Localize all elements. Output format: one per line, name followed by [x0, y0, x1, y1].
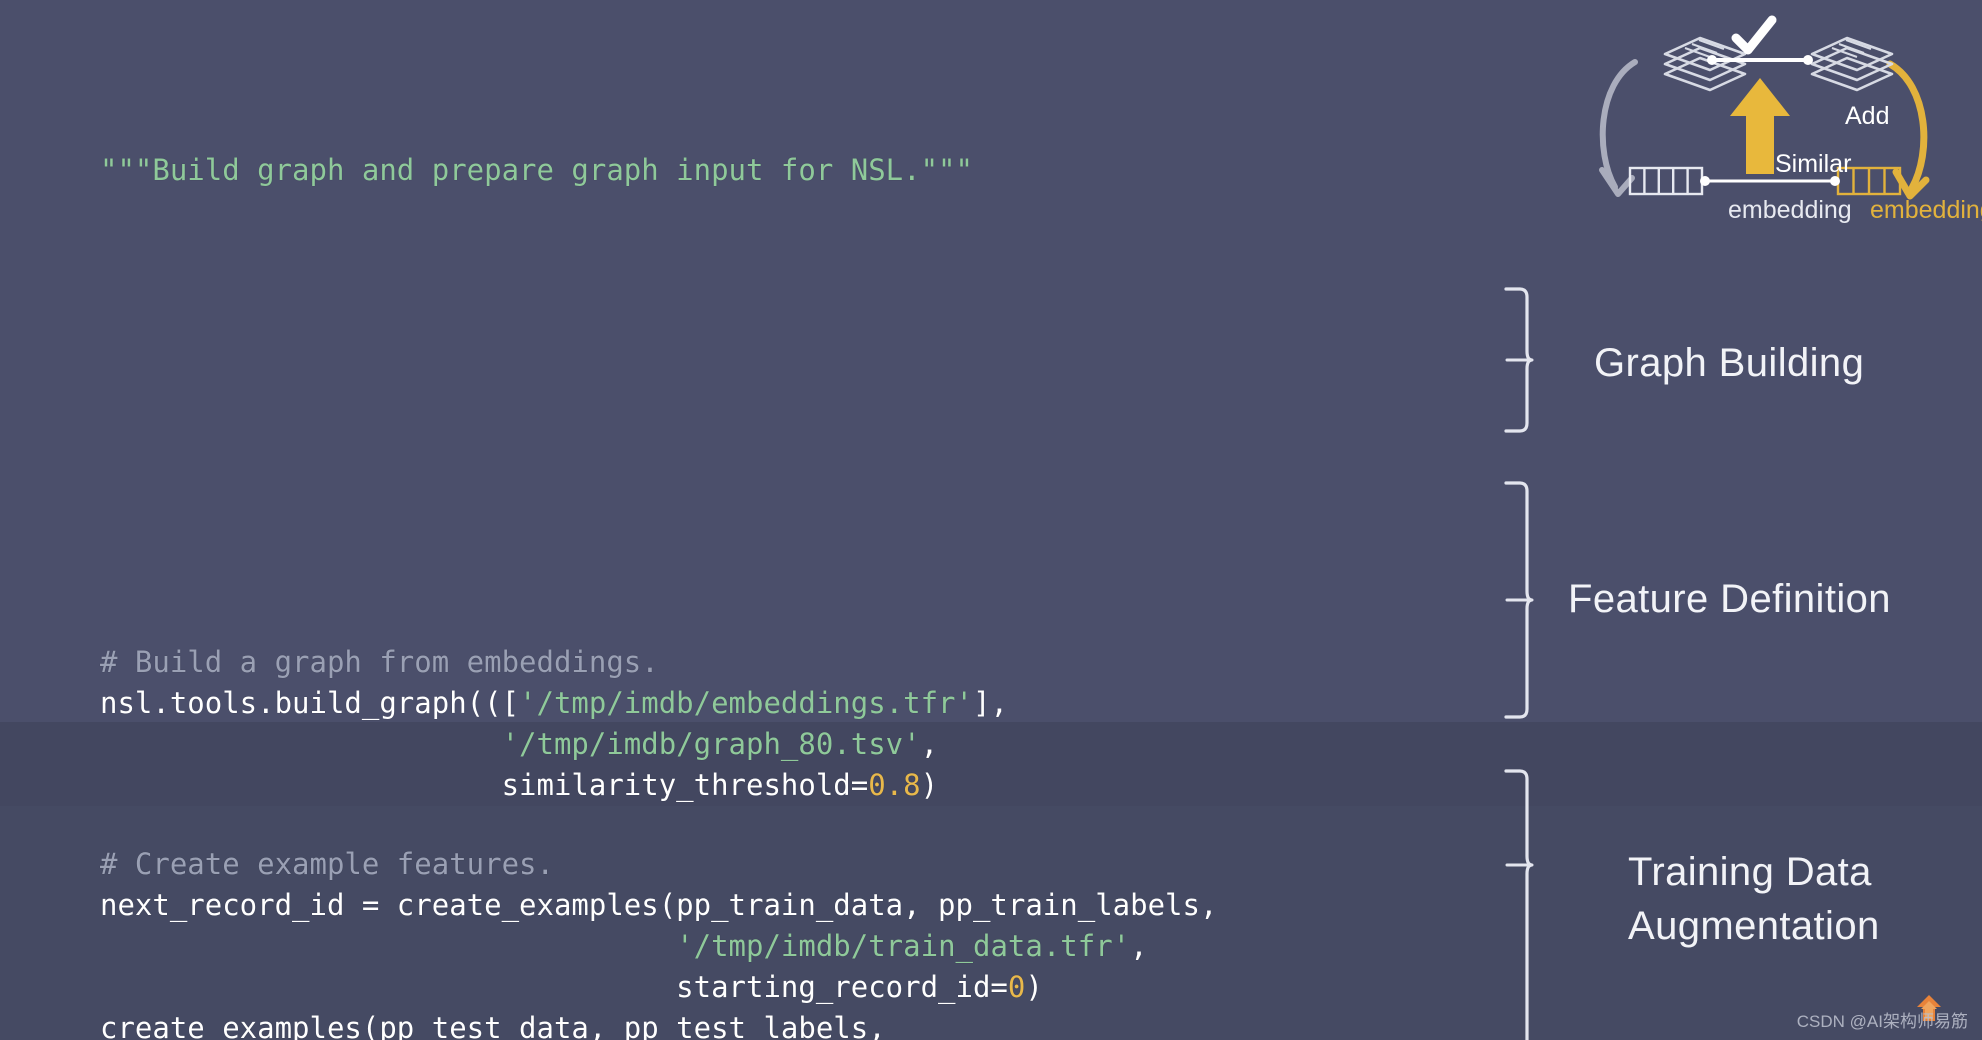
- code-block-list: # Build a graph from embeddings. nsl.tool…: [100, 642, 1470, 1040]
- code-section-graph-building: # Build a graph from embeddings. nsl.tool…: [100, 642, 1470, 806]
- code-block: """Build graph and prepare graph input f…: [100, 68, 1470, 1040]
- check-icon: [1731, 15, 1777, 55]
- code-line: '/tmp/imdb/train_data.tfr',: [100, 926, 1470, 967]
- code-token: ): [920, 768, 939, 802]
- code-token: ): [1025, 970, 1043, 1004]
- code-token: nsl.tools.build_graph(([: [100, 686, 520, 720]
- brace-graph-building: [1502, 286, 1534, 434]
- brace-feature-definition: [1502, 480, 1534, 720]
- code-spacer: [100, 396, 1470, 437]
- stage-label-training-data-augmentation: Training Data Augmentation: [1628, 850, 1880, 948]
- diagram-label-add: Add: [1845, 102, 1890, 130]
- code-comment: # Create example features.: [100, 847, 554, 881]
- code-token: '/tmp/imdb/graph_80.tsv': [501, 727, 921, 761]
- code-token: ,: [1130, 929, 1148, 963]
- brace-training-data-augmentation: [1502, 768, 1534, 1040]
- code-token: 0: [1007, 970, 1026, 1004]
- document-stack-left: [1663, 36, 1747, 92]
- code-section-feature-definition: # Create example features. next_record_id…: [100, 844, 1470, 1040]
- code-line: starting_record_id=0): [100, 967, 1470, 1008]
- code-token: next_record_id = create_examples(pp_trai…: [100, 888, 1218, 922]
- code-token: '/tmp/imdb/train_data.tfr': [676, 929, 1131, 963]
- diagram-label-similar: Similar: [1775, 150, 1852, 178]
- code-spacer: [100, 519, 1470, 560]
- embedding-vector-left: [1628, 166, 1704, 196]
- code-token: similarity_threshold=: [100, 768, 869, 802]
- slide-root: """Build graph and prepare graph input f…: [0, 0, 1982, 1040]
- code-token: '/tmp/imdb/embeddings.tfr': [519, 686, 973, 720]
- code-token: ,: [920, 727, 939, 761]
- stage-label-graph-building: Graph Building: [1594, 341, 1865, 385]
- watermark-text: CSDN @AI架构师易筋: [1796, 1012, 1968, 1031]
- code-block-gap: [100, 806, 1470, 844]
- code-line: similarity_threshold=0.8): [100, 765, 1470, 806]
- code-docstring: """Build graph and prepare graph input f…: [100, 153, 973, 187]
- diagram-label-embedding-left: embedding: [1728, 196, 1852, 224]
- right-curved-arrow: [1886, 60, 1930, 200]
- diagram-label-embedding-right: embedding: [1870, 196, 1982, 224]
- nsl-concept-diagram: Add Similar embedding embedding: [1540, 2, 1982, 242]
- code-spacer: [100, 273, 1470, 314]
- code-token: create_examples(pp_test_data, pp_test_la…: [100, 1011, 886, 1040]
- watermark: CSDN @AI架构师易筋: [1797, 1007, 1968, 1032]
- code-line: create_examples(pp_test_data, pp_test_la…: [100, 1008, 1470, 1040]
- code-comment: # Build a graph from embeddings.: [100, 645, 659, 679]
- code-line: nsl.tools.build_graph((['/tmp/imdb/embed…: [100, 683, 1470, 724]
- code-token: starting_record_id=: [100, 970, 1008, 1004]
- code-line: next_record_id = create_examples(pp_trai…: [100, 885, 1470, 926]
- document-stack-right: [1810, 36, 1894, 92]
- code-token: 0.8: [868, 768, 921, 802]
- code-line: '/tmp/imdb/graph_80.tsv',: [100, 724, 1470, 765]
- code-token: ],: [972, 686, 1008, 720]
- stage-label-feature-definition: Feature Definition: [1568, 577, 1891, 621]
